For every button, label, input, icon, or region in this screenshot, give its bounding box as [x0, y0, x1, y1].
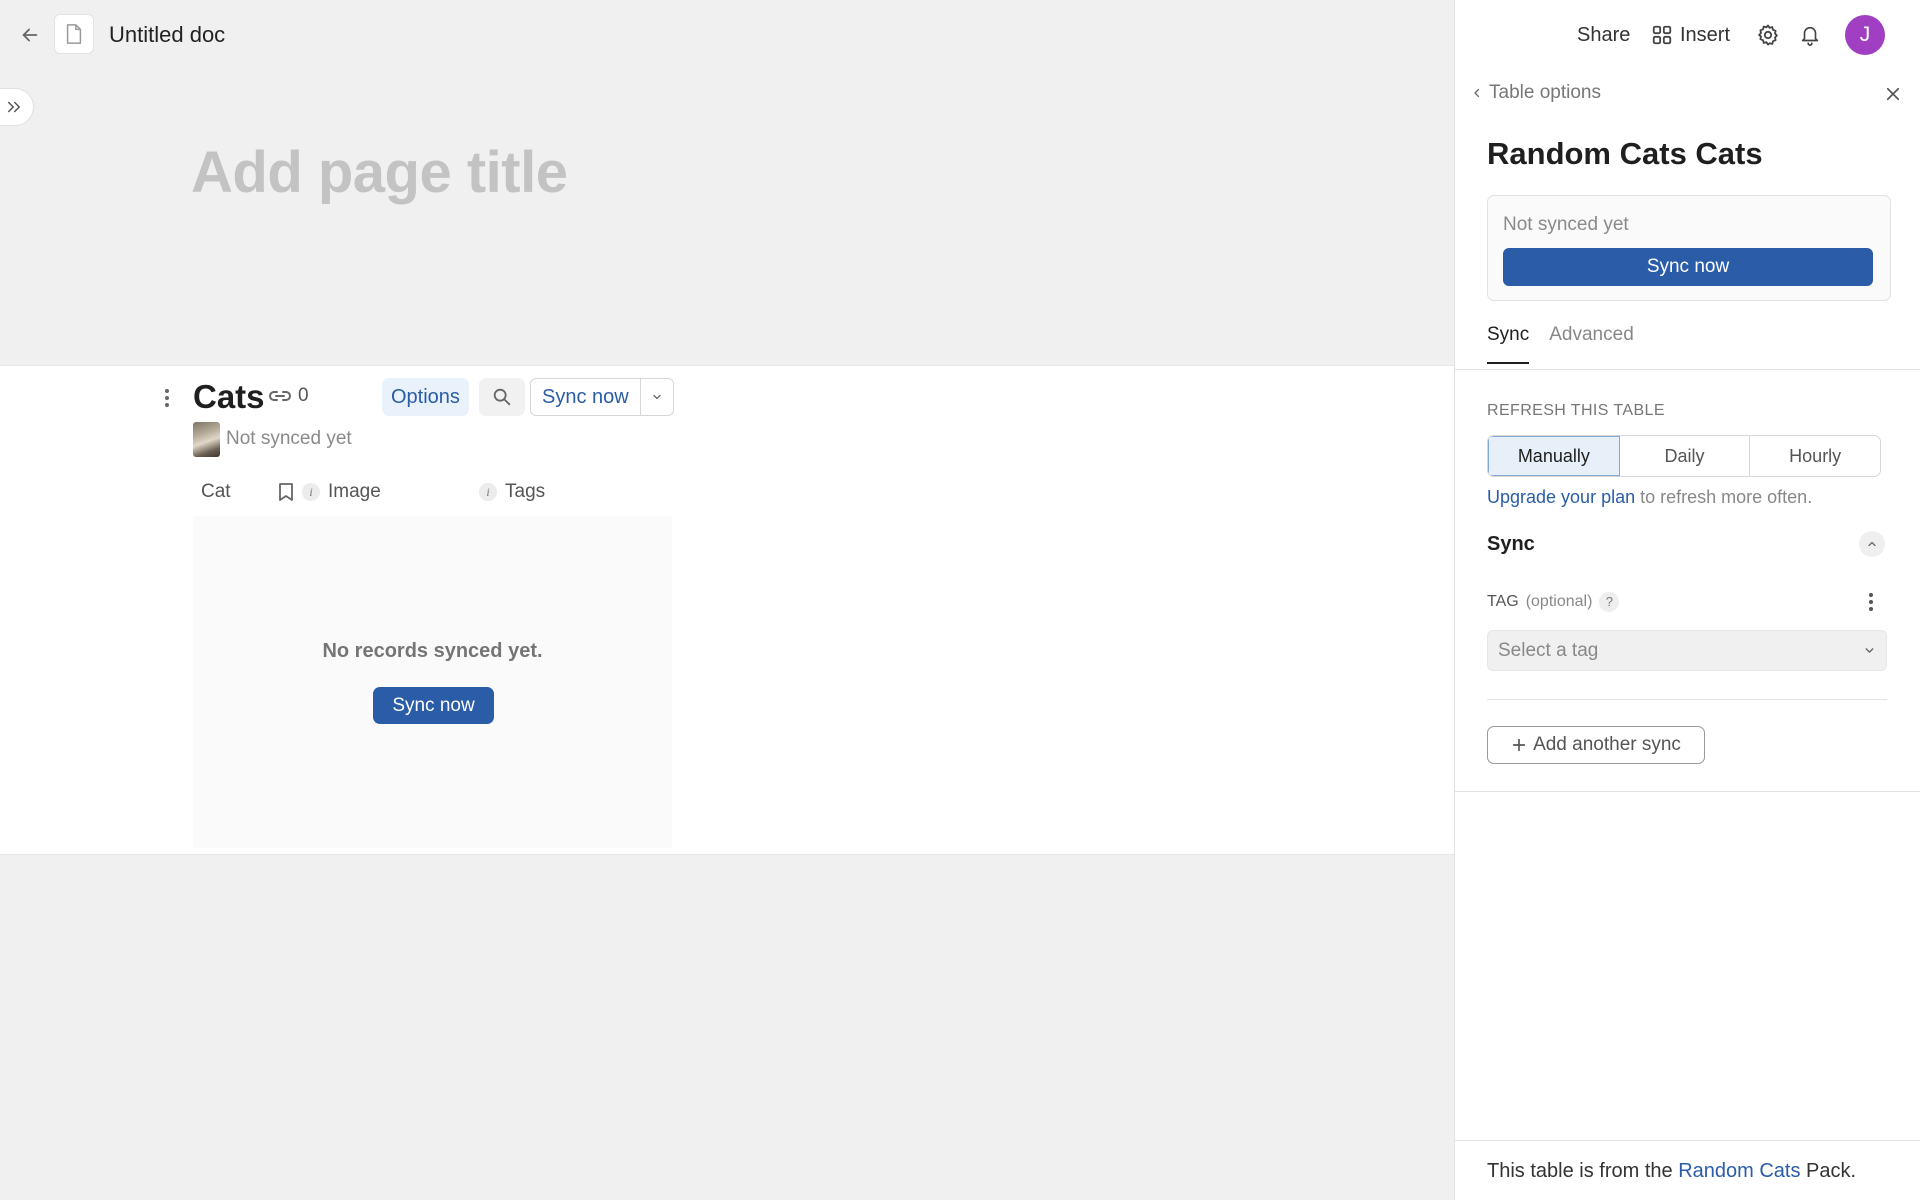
back-button[interactable] — [15, 20, 45, 50]
column-label: Image — [328, 481, 381, 502]
help-icon[interactable]: ? — [1599, 592, 1620, 612]
info-icon[interactable]: i — [479, 483, 497, 501]
settings-button[interactable] — [1753, 20, 1783, 50]
refresh-frequency-selector: Manually Daily Hourly — [1487, 435, 1881, 477]
sync-options-dropdown[interactable] — [639, 379, 673, 415]
document-icon — [66, 24, 82, 44]
tag-label-text: TAG — [1487, 593, 1519, 610]
plus-icon — [1512, 738, 1526, 752]
doc-top-bar: Untitled doc — [0, 0, 1454, 70]
kebab-icon — [165, 389, 169, 407]
arrow-left-icon — [22, 28, 38, 42]
bookmark-icon — [279, 483, 293, 501]
link-count[interactable]: 0 — [268, 381, 309, 411]
tag-select-placeholder: Select a tag — [1498, 639, 1599, 661]
add-sync-label: Add another sync — [1533, 734, 1681, 755]
empty-table-area: No records synced yet. Sync now — [193, 516, 672, 848]
table-name[interactable]: Cats — [193, 374, 265, 420]
table-options-panel: Share Insert J Table options Random Cats… — [1454, 0, 1920, 1200]
bell-icon — [1801, 26, 1819, 46]
footer-prefix: This table is from the — [1487, 1160, 1679, 1182]
panel-header-bar: Share Insert J — [1455, 0, 1920, 70]
options-button[interactable]: Options — [382, 378, 469, 416]
table-section: Cats 0 Options Sync now Not synced yet C… — [0, 365, 1454, 855]
sync-now-button[interactable]: Sync now — [531, 379, 640, 415]
close-icon — [1886, 87, 1900, 101]
refresh-section-label: REFRESH THIS TABLE — [1487, 402, 1665, 419]
doc-icon-button[interactable] — [54, 14, 94, 54]
panel-tabs: Sync Advanced — [1487, 322, 1634, 364]
column-label: Cat — [201, 481, 231, 502]
column-header-tags[interactable]: i Tags — [479, 477, 545, 507]
share-button[interactable]: Share — [1577, 20, 1630, 50]
table-sync-status: Not synced yet — [226, 428, 352, 449]
breadcrumb-label: Table options — [1489, 82, 1601, 103]
tag-optional-text: (optional) — [1525, 593, 1593, 610]
column-header-image[interactable]: i Image — [278, 477, 381, 507]
sync-section-heading: Sync — [1487, 533, 1535, 555]
sync-status-text: Not synced yet — [1503, 214, 1629, 235]
doc-title[interactable]: Untitled doc — [109, 20, 225, 50]
pack-source-footer: This table is from the Random Cats Pack. — [1487, 1157, 1856, 1185]
tag-select-dropdown[interactable]: Select a tag — [1487, 630, 1887, 671]
tag-field-label: TAG (optional) ? — [1487, 591, 1620, 613]
footer-divider — [1455, 1140, 1920, 1141]
refresh-option-hourly[interactable]: Hourly — [1750, 436, 1880, 476]
upgrade-hint: Upgrade your plan to refresh more often. — [1487, 484, 1812, 510]
page-title-placeholder[interactable]: Add page title — [191, 133, 568, 213]
pack-thumbnail — [193, 422, 220, 457]
section-divider — [1455, 791, 1920, 792]
chevron-down-icon — [1865, 648, 1874, 653]
upgrade-plan-link[interactable]: Upgrade your plan — [1487, 487, 1635, 507]
insert-button[interactable]: Insert — [1651, 20, 1730, 50]
search-button[interactable] — [479, 378, 525, 416]
sync-button-group: Sync now — [530, 378, 674, 416]
tab-advanced[interactable]: Advanced — [1549, 322, 1634, 364]
sync-status-card: Not synced yet Sync now — [1487, 195, 1891, 301]
chevron-down-icon — [653, 394, 661, 400]
table-menu-button[interactable] — [156, 384, 178, 412]
add-another-sync-button[interactable]: Add another sync — [1487, 726, 1705, 764]
refresh-option-daily[interactable]: Daily — [1620, 436, 1751, 476]
empty-sync-now-button[interactable]: Sync now — [373, 687, 494, 724]
search-icon — [493, 388, 511, 406]
pack-link[interactable]: Random Cats — [1678, 1160, 1800, 1182]
panel-sync-now-button[interactable]: Sync now — [1503, 248, 1873, 286]
double-chevron-right-icon — [8, 101, 20, 113]
kebab-icon — [1869, 593, 1873, 611]
column-header-cat[interactable]: Cat — [201, 477, 231, 507]
grid-icon — [1652, 25, 1672, 45]
collapse-sync-button[interactable] — [1859, 531, 1885, 557]
user-avatar[interactable]: J — [1845, 15, 1885, 55]
chevron-left-icon — [1474, 88, 1480, 98]
upgrade-hint-text: to refresh more often. — [1635, 487, 1813, 507]
panel-title: Random Cats Cats — [1487, 136, 1763, 171]
empty-state-text: No records synced yet. — [322, 640, 543, 662]
section-divider — [1487, 699, 1887, 700]
insert-label: Insert — [1680, 24, 1731, 46]
tag-options-button[interactable] — [1861, 589, 1881, 615]
breadcrumb-table-options[interactable]: Table options — [1471, 80, 1601, 106]
footer-suffix: Pack. — [1800, 1160, 1857, 1182]
info-icon[interactable]: i — [302, 483, 320, 501]
tabs-divider — [1455, 369, 1920, 370]
link-count-value: 0 — [298, 385, 309, 406]
link-icon — [269, 391, 291, 401]
notifications-button[interactable] — [1795, 20, 1825, 50]
column-label: Tags — [505, 481, 546, 502]
gear-icon — [1758, 24, 1778, 46]
expand-sidebar-button[interactable] — [0, 88, 34, 126]
close-panel-button[interactable] — [1879, 80, 1907, 108]
refresh-option-manually[interactable]: Manually — [1488, 436, 1620, 476]
tab-sync[interactable]: Sync — [1487, 322, 1530, 364]
chevron-up-icon — [1868, 541, 1876, 547]
